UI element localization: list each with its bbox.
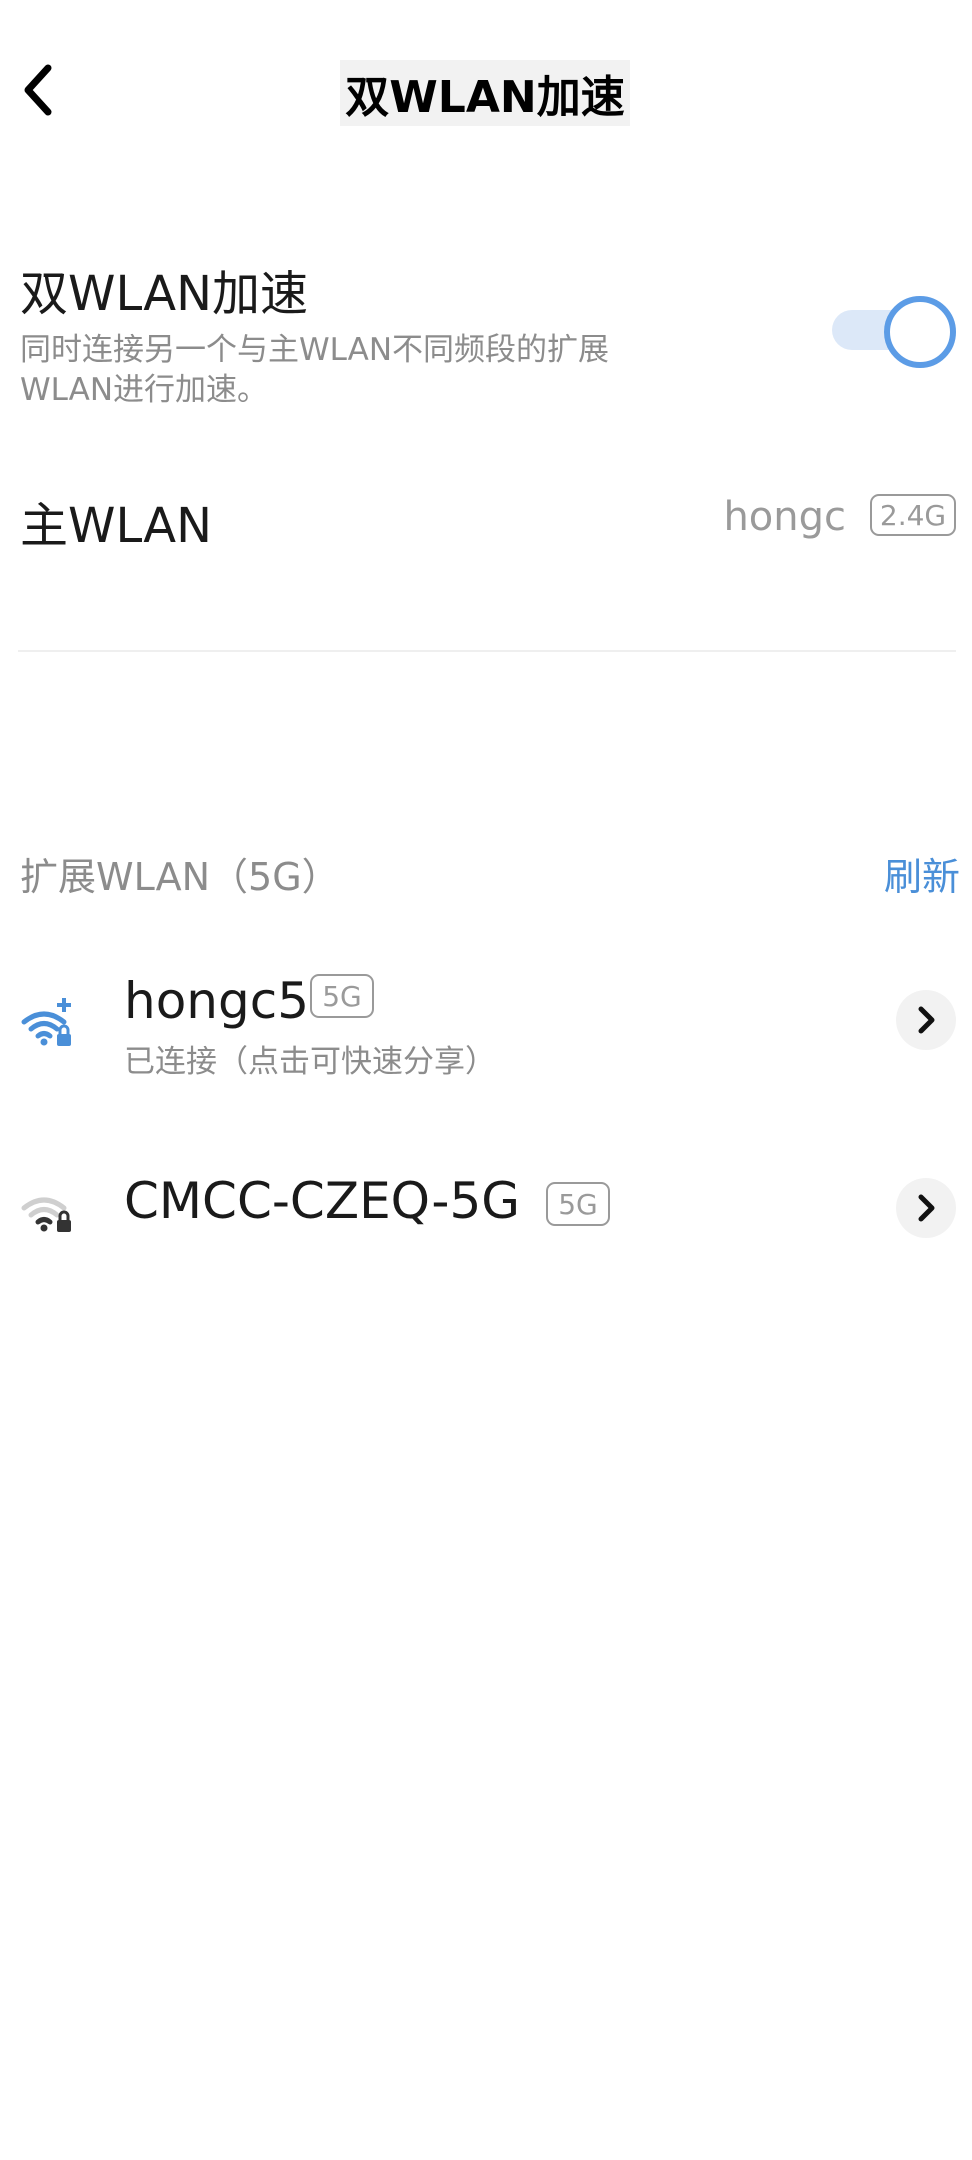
chevron-right-icon xyxy=(918,1006,935,1034)
dual-wlan-description: 同时连接另一个与主WLAN不同频段的扩展WLAN进行加速。 xyxy=(20,332,610,408)
back-button[interactable] xyxy=(14,58,62,122)
main-wlan-band-badge: 2.4G xyxy=(870,494,956,536)
network-details-button[interactable] xyxy=(896,1178,956,1238)
network-row[interactable]: hongc5 5G 已连接（点击可快速分享） xyxy=(0,960,972,1110)
toggle-knob xyxy=(884,296,956,368)
network-details-button[interactable] xyxy=(896,990,956,1050)
dual-wlan-toggle[interactable] xyxy=(830,296,956,368)
network-status: 已连接（点击可快速分享） xyxy=(124,1044,496,1080)
page-title: 双WLAN加速 xyxy=(340,60,630,126)
extended-wlan-label: 扩展WLAN（5G） xyxy=(20,855,340,899)
network-ssid: CMCC-CZEQ-5G xyxy=(124,1172,521,1230)
refresh-button[interactable]: 刷新 xyxy=(870,846,960,901)
section-divider xyxy=(18,650,956,652)
chevron-left-icon xyxy=(24,64,52,116)
main-wlan-label: 主WLAN xyxy=(20,498,213,554)
network-band-badge: 5G xyxy=(310,974,374,1018)
wifi-locked-icon xyxy=(21,1197,71,1232)
wifi-locked-connected-icon xyxy=(21,998,71,1046)
network-band-badge: 5G xyxy=(546,1182,610,1226)
dual-wlan-title: 双WLAN加速 xyxy=(20,266,309,322)
network-row[interactable]: CMCC-CZEQ-5G 5G xyxy=(0,1150,972,1280)
chevron-right-icon xyxy=(918,1194,935,1222)
main-wlan-ssid: hongc xyxy=(723,494,846,540)
network-ssid: hongc5 xyxy=(124,972,310,1030)
